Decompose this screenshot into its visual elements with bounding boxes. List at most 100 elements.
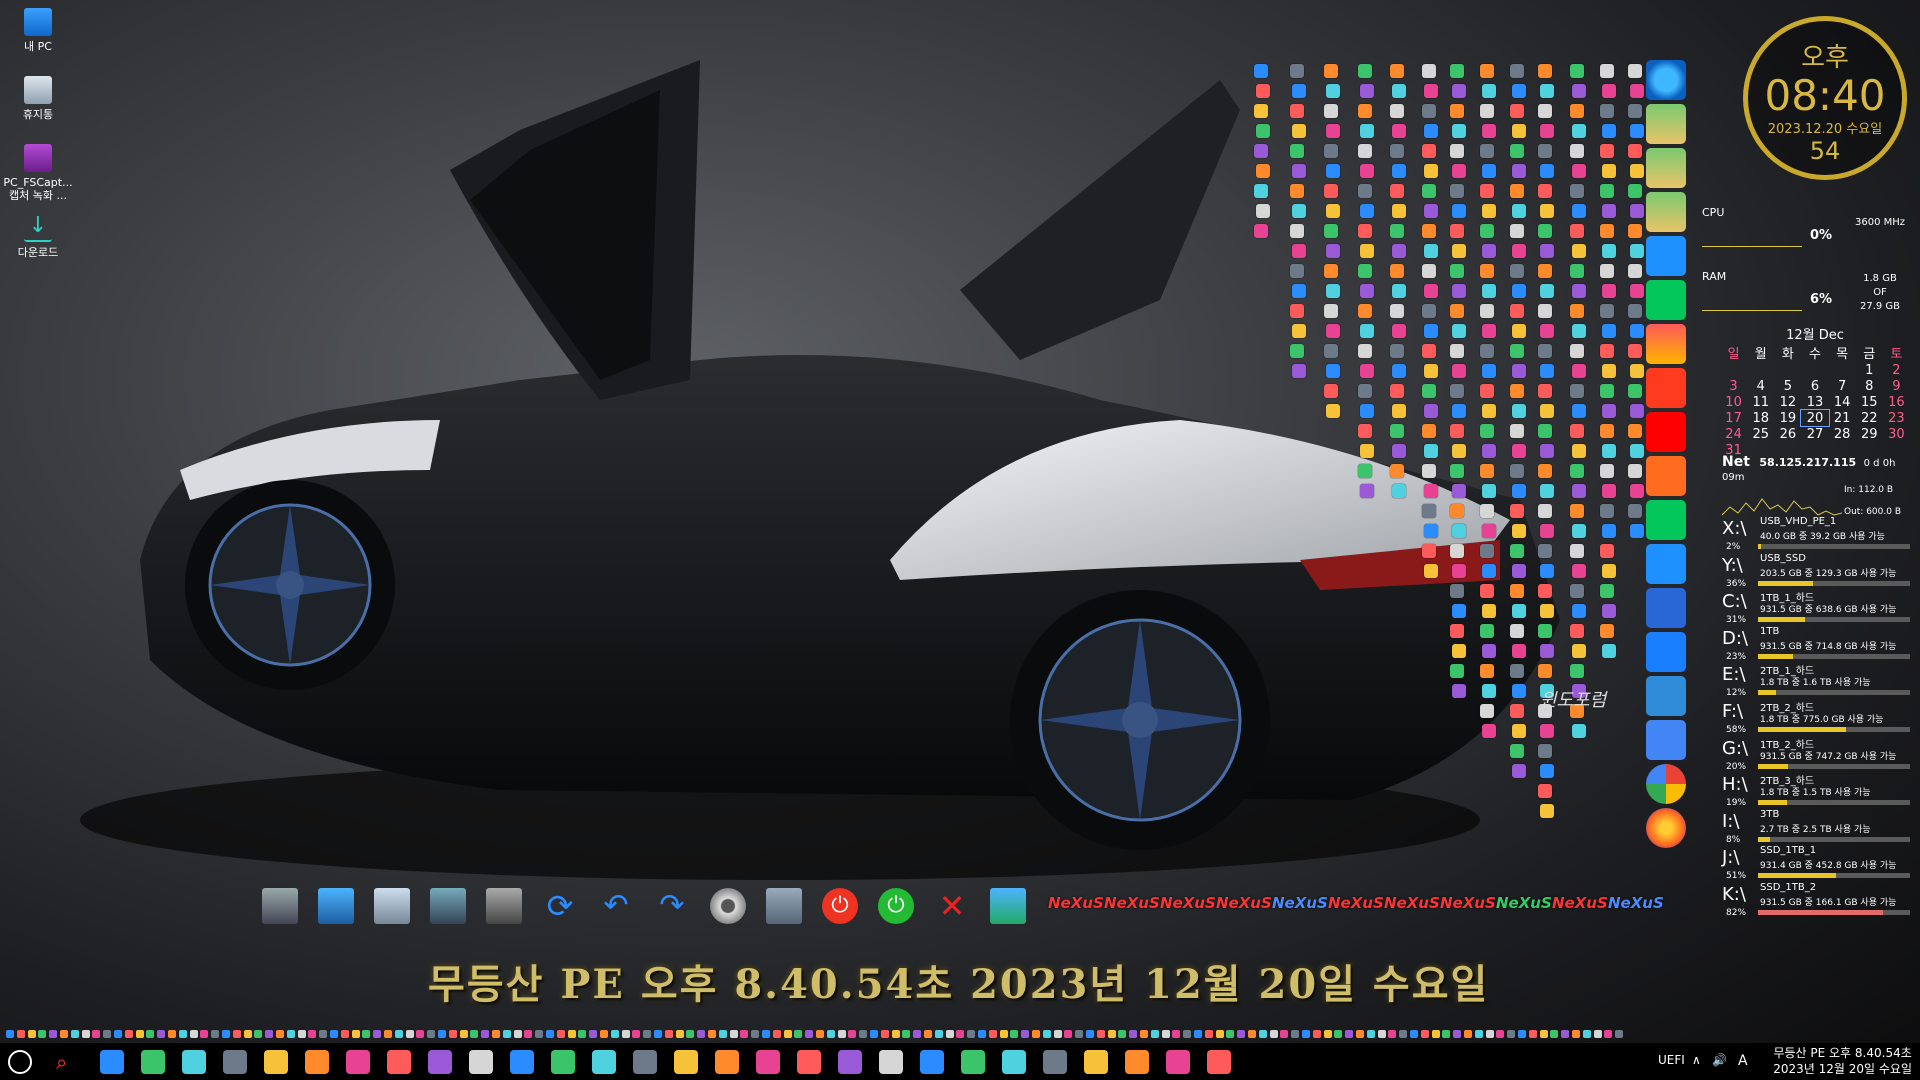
app-shortcut-icon[interactable]	[1292, 324, 1306, 338]
app-shortcut-icon[interactable]	[1422, 384, 1436, 398]
power-on-icon[interactable]: ⏻	[878, 888, 914, 924]
app-shortcut-icon[interactable]	[1538, 224, 1552, 238]
app-shortcut-icon[interactable]	[1358, 304, 1372, 318]
quick-launch-icon[interactable]	[1269, 1030, 1278, 1038]
app-shortcut-icon[interactable]	[1570, 664, 1584, 678]
quick-launch-icon[interactable]	[675, 1030, 684, 1038]
quick-launch-icon[interactable]	[1064, 1030, 1073, 1038]
app-shortcut-icon[interactable]	[1422, 504, 1436, 518]
quick-launch-icon[interactable]	[1550, 1030, 1559, 1038]
calendar-day[interactable]: 22	[1856, 410, 1883, 426]
calendar-day[interactable]: 15	[1856, 394, 1883, 410]
quick-launch-icon[interactable]	[1431, 1030, 1440, 1038]
speaker-icon[interactable]	[710, 888, 746, 924]
taskbar-app-icon[interactable]	[879, 1050, 903, 1074]
quick-launch-icon[interactable]	[1237, 1030, 1246, 1038]
youtube-icon[interactable]	[1646, 412, 1686, 452]
app-shortcut-icon[interactable]	[1572, 484, 1586, 498]
quick-launch-icon[interactable]	[1377, 1030, 1386, 1038]
app-shortcut-icon[interactable]	[1480, 64, 1494, 78]
quick-launch-icon[interactable]	[448, 1030, 457, 1038]
app-shortcut-icon[interactable]	[1422, 104, 1436, 118]
app-shortcut-icon[interactable]	[1602, 484, 1616, 498]
app-shortcut-icon[interactable]	[1452, 244, 1466, 258]
quick-launch-icon[interactable]	[686, 1030, 695, 1038]
app-shortcut-icon[interactable]	[1540, 324, 1554, 338]
app-shortcut-icon[interactable]	[1602, 204, 1616, 218]
quick-launch-icon[interactable]	[740, 1030, 749, 1038]
app-shortcut-icon[interactable]	[1628, 64, 1642, 78]
app-shortcut-icon[interactable]	[1602, 244, 1616, 258]
quick-launch-icon[interactable]	[1399, 1030, 1408, 1038]
quick-launch-icon[interactable]	[1032, 1030, 1040, 1038]
quick-launch-icon[interactable]	[286, 1030, 295, 1038]
app-shortcut-icon[interactable]	[1324, 384, 1338, 398]
quick-launch-icon[interactable]	[1291, 1030, 1300, 1038]
quick-launch-icon[interactable]	[1496, 1030, 1505, 1038]
app-shortcut-icon[interactable]	[1424, 124, 1438, 138]
taskbar-app-icon[interactable]	[510, 1050, 534, 1074]
quick-launch-icon[interactable]	[589, 1030, 598, 1038]
quick-launch-icon[interactable]	[459, 1030, 468, 1038]
app-shortcut-icon[interactable]	[1480, 544, 1494, 558]
quick-launch-icon[interactable]	[481, 1030, 490, 1038]
quick-launch-icon[interactable]	[254, 1030, 263, 1038]
calendar-day[interactable]: 8	[1856, 378, 1883, 394]
quick-launch-icon[interactable]	[772, 1030, 781, 1038]
app-shortcut-icon[interactable]	[1452, 164, 1466, 178]
refresh-icon[interactable]: ⟳	[542, 888, 578, 924]
network-share-icon[interactable]	[990, 888, 1026, 924]
app-shortcut-icon[interactable]	[1540, 364, 1554, 378]
taskbar-app-icon[interactable]	[920, 1050, 944, 1074]
quick-launch-icon[interactable]	[1204, 1030, 1213, 1038]
app-shortcut-icon[interactable]	[1510, 744, 1524, 758]
app-shortcut-icon[interactable]	[1482, 284, 1496, 298]
app-shortcut-icon[interactable]	[1324, 64, 1338, 78]
translate-icon[interactable]	[1646, 720, 1686, 760]
quick-launch-icon[interactable]	[1226, 1030, 1235, 1038]
quick-launch-icon[interactable]	[1021, 1030, 1030, 1038]
app-shortcut-icon[interactable]	[1570, 584, 1584, 598]
app-shortcut-icon[interactable]	[1630, 484, 1644, 498]
app-shortcut-icon[interactable]	[1510, 464, 1524, 478]
taskbar-app-icon[interactable]	[1207, 1050, 1231, 1074]
n-app-icon[interactable]	[1646, 368, 1686, 408]
app-shortcut-icon[interactable]	[1540, 204, 1554, 218]
quick-launch-icon[interactable]	[1107, 1030, 1116, 1038]
calendar-day[interactable]: 5	[1774, 378, 1801, 394]
google-icon[interactable]	[1646, 764, 1686, 804]
app-shortcut-icon[interactable]	[1292, 364, 1306, 378]
app-shortcut-icon[interactable]	[1538, 264, 1552, 278]
quick-launch-icon[interactable]	[157, 1030, 166, 1038]
app-shortcut-icon[interactable]	[1572, 324, 1586, 338]
app-shortcut-icon[interactable]	[1602, 404, 1616, 418]
app-shortcut-icon[interactable]	[1512, 644, 1526, 658]
quick-launch-icon[interactable]	[1258, 1030, 1267, 1038]
quick-launch-icon[interactable]	[135, 1030, 144, 1038]
quick-launch-icon[interactable]	[848, 1030, 857, 1038]
app-shortcut-icon[interactable]	[1538, 504, 1552, 518]
app-shortcut-icon[interactable]	[1324, 144, 1338, 158]
quick-launch-icon[interactable]	[1453, 1030, 1462, 1038]
quick-launch-icon[interactable]	[416, 1030, 425, 1038]
app-shortcut-icon[interactable]	[1540, 284, 1554, 298]
app-shortcut-icon[interactable]	[1600, 144, 1614, 158]
daum-icon[interactable]	[1646, 324, 1686, 364]
app-shortcut-icon[interactable]	[1512, 164, 1526, 178]
quick-launch-icon[interactable]	[16, 1030, 25, 1038]
app-shortcut-icon[interactable]	[1602, 284, 1616, 298]
app-shortcut-icon[interactable]	[1510, 704, 1524, 718]
quick-launch-icon[interactable]	[1485, 1030, 1494, 1038]
quick-launch-icon[interactable]	[1140, 1030, 1148, 1038]
app-shortcut-icon[interactable]	[1450, 184, 1464, 198]
app-shortcut-icon[interactable]	[1392, 364, 1406, 378]
calendar-day[interactable]: 10	[1720, 394, 1747, 410]
app-shortcut-icon[interactable]	[1600, 264, 1614, 278]
quick-launch-icon[interactable]	[610, 1030, 619, 1038]
app-shortcut-icon[interactable]	[1572, 124, 1586, 138]
desktop-icon-this-pc[interactable]: 내 PC	[0, 8, 76, 53]
app-shortcut-icon[interactable]	[1452, 444, 1466, 458]
app-shortcut-icon[interactable]	[1450, 424, 1464, 438]
quick-launch-icon[interactable]	[1539, 1030, 1548, 1038]
calendar-day[interactable]: 23	[1883, 410, 1910, 426]
